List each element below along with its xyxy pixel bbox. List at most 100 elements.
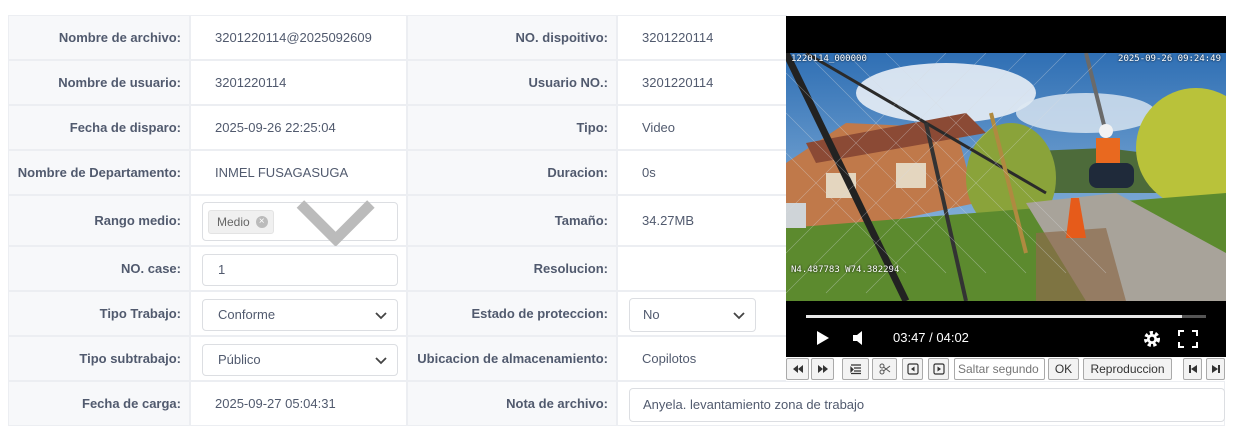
skip-start-button[interactable] [1183,358,1202,380]
scissors-icon [879,363,890,375]
fast-forward-button[interactable] [811,358,834,380]
skip-start-icon [1188,365,1197,373]
fast-forward-icon [817,365,828,373]
field-label: Fecha de disparo: [69,120,181,135]
row-value: 34.27MB [617,195,787,246]
field-value: 3201220114 [642,30,714,45]
video-player[interactable]: 1220114_000000 2025-09-26 09:24:49 N4.48… [786,16,1226,357]
row-value: Video [617,105,787,150]
playback-toolbar: OK Reproduccion [786,357,1226,381]
row-value: No [617,291,787,336]
field-label: Duracion: [547,165,608,180]
field-label: Nombre de usuario: [58,75,181,90]
skip-end-button[interactable] [1206,358,1225,380]
osd-gps: N4.487783 W74.382294 [791,265,900,275]
tipo-trabajo-select[interactable]: Conforme [202,298,398,331]
field-label: Tipo: [576,120,608,135]
field-label: Nombre de archivo: [58,30,181,45]
skip-seconds-input[interactable] [954,358,1045,380]
osd-timestamp: 2025-09-26 09:24:49 [1118,54,1221,64]
rango-tag-label: Medio [217,214,250,229]
chevron-down-icon [733,311,745,319]
row-label: Nombre de usuario: [8,60,190,105]
field-label: Nombre de Departamento: [17,165,181,180]
row-value: 2025-09-27 05:04:31 [190,381,407,426]
list-button[interactable] [842,358,869,380]
next-frame-icon [932,363,945,375]
field-label: Tamaño: [554,213,608,228]
row-label: Fecha de disparo: [8,105,190,150]
file-note-value: Anyela. levantamiento zona de trabajo [643,397,865,412]
rango-medio-select[interactable]: Medio × [202,200,398,247]
rango-tag: Medio × [208,209,274,234]
field-value: 3201220114 [215,75,287,90]
video-progress-fill [806,315,1182,318]
volume-icon[interactable] [852,330,866,346]
field-label: Nota de archivo: [506,396,608,411]
row-value: 3201220114 [190,60,407,105]
row-label: Resolucion: [407,246,617,291]
row-value [617,246,787,291]
skip-end-icon [1211,365,1220,373]
field-label: Ubicacion de almacenamiento: [417,351,608,366]
tipo-subtrabajo-select[interactable]: Público [202,343,398,376]
select-value: No [643,307,660,322]
cut-button[interactable] [872,358,897,380]
row-value: 1 [190,246,407,291]
row-value: Público [190,336,407,381]
field-value: 34.27MB [642,213,695,228]
estado-proteccion-select[interactable]: No [629,297,756,332]
field-label: NO. dispoitivo: [515,30,608,45]
chevron-down-icon [375,311,387,319]
select-value: Público [218,352,261,367]
ok-button[interactable]: OK [1048,358,1079,380]
row-label: Nota de archivo: [407,381,617,426]
row-label: Tipo Trabajo: [8,291,190,336]
case-number-input[interactable]: 1 [202,253,398,286]
row-label: Estado de proteccion: [407,291,617,336]
select-value: Conforme [218,307,276,322]
rewind-icon [792,365,803,373]
prev-frame-icon [906,363,919,375]
fullscreen-icon[interactable] [1178,330,1198,348]
settings-icon[interactable] [1142,329,1162,349]
row-value: 2025-09-26 22:25:04 [190,105,407,150]
row-label: Tipo subtrabajo: [8,336,190,381]
video-scene-image [786,53,1226,301]
close-icon[interactable]: × [255,215,268,228]
field-label: Fecha de carga: [82,396,181,411]
row-value: 3201220114@2025092609 [190,15,407,60]
field-value: 2025-09-27 05:04:31 [215,396,336,411]
field-value: 3201220114@2025092609 [215,30,372,45]
row-value: 3201220114 [617,60,787,105]
row-label: NO. case: [8,246,190,291]
field-label: Resolucion: [533,261,608,276]
chevron-down-icon [375,356,387,364]
file-note-input[interactable]: Anyela. levantamiento zona de trabajo [629,387,1225,422]
row-label: Tamaño: [407,195,617,246]
video-frame: 1220114_000000 2025-09-26 09:24:49 N4.48… [786,53,1226,301]
next-frame-button[interactable] [928,358,949,380]
rewind-button[interactable] [786,358,809,380]
row-label: Usuario NO.: [407,60,617,105]
field-label: NO. case: [121,261,181,276]
row-label: Nombre de archivo: [8,15,190,60]
field-value: 2025-09-26 22:25:04 [215,120,336,135]
field-label: Usuario NO.: [528,75,608,90]
row-value: 0s [617,150,787,195]
field-label: Tipo subtrabajo: [79,351,181,366]
play-icon[interactable] [816,330,830,346]
row-value: Copilotos [617,336,787,381]
row-value: Medio × [190,195,407,247]
field-label: Tipo Trabajo: [99,306,181,321]
playback-button[interactable]: Reproduccion [1083,358,1172,380]
row-value: 3201220114 [617,15,787,60]
field-value: 3201220114 [642,75,714,90]
video-progress-bar[interactable] [806,315,1206,318]
list-icon [849,364,861,375]
row-label: Ubicacion de almacenamiento: [407,336,617,381]
field-label: Estado de proteccion: [471,306,608,321]
row-value: Anyela. levantamiento zona de trabajo [617,381,1225,426]
video-time: 03:47 / 04:02 [893,330,969,345]
prev-frame-button[interactable] [902,358,923,380]
